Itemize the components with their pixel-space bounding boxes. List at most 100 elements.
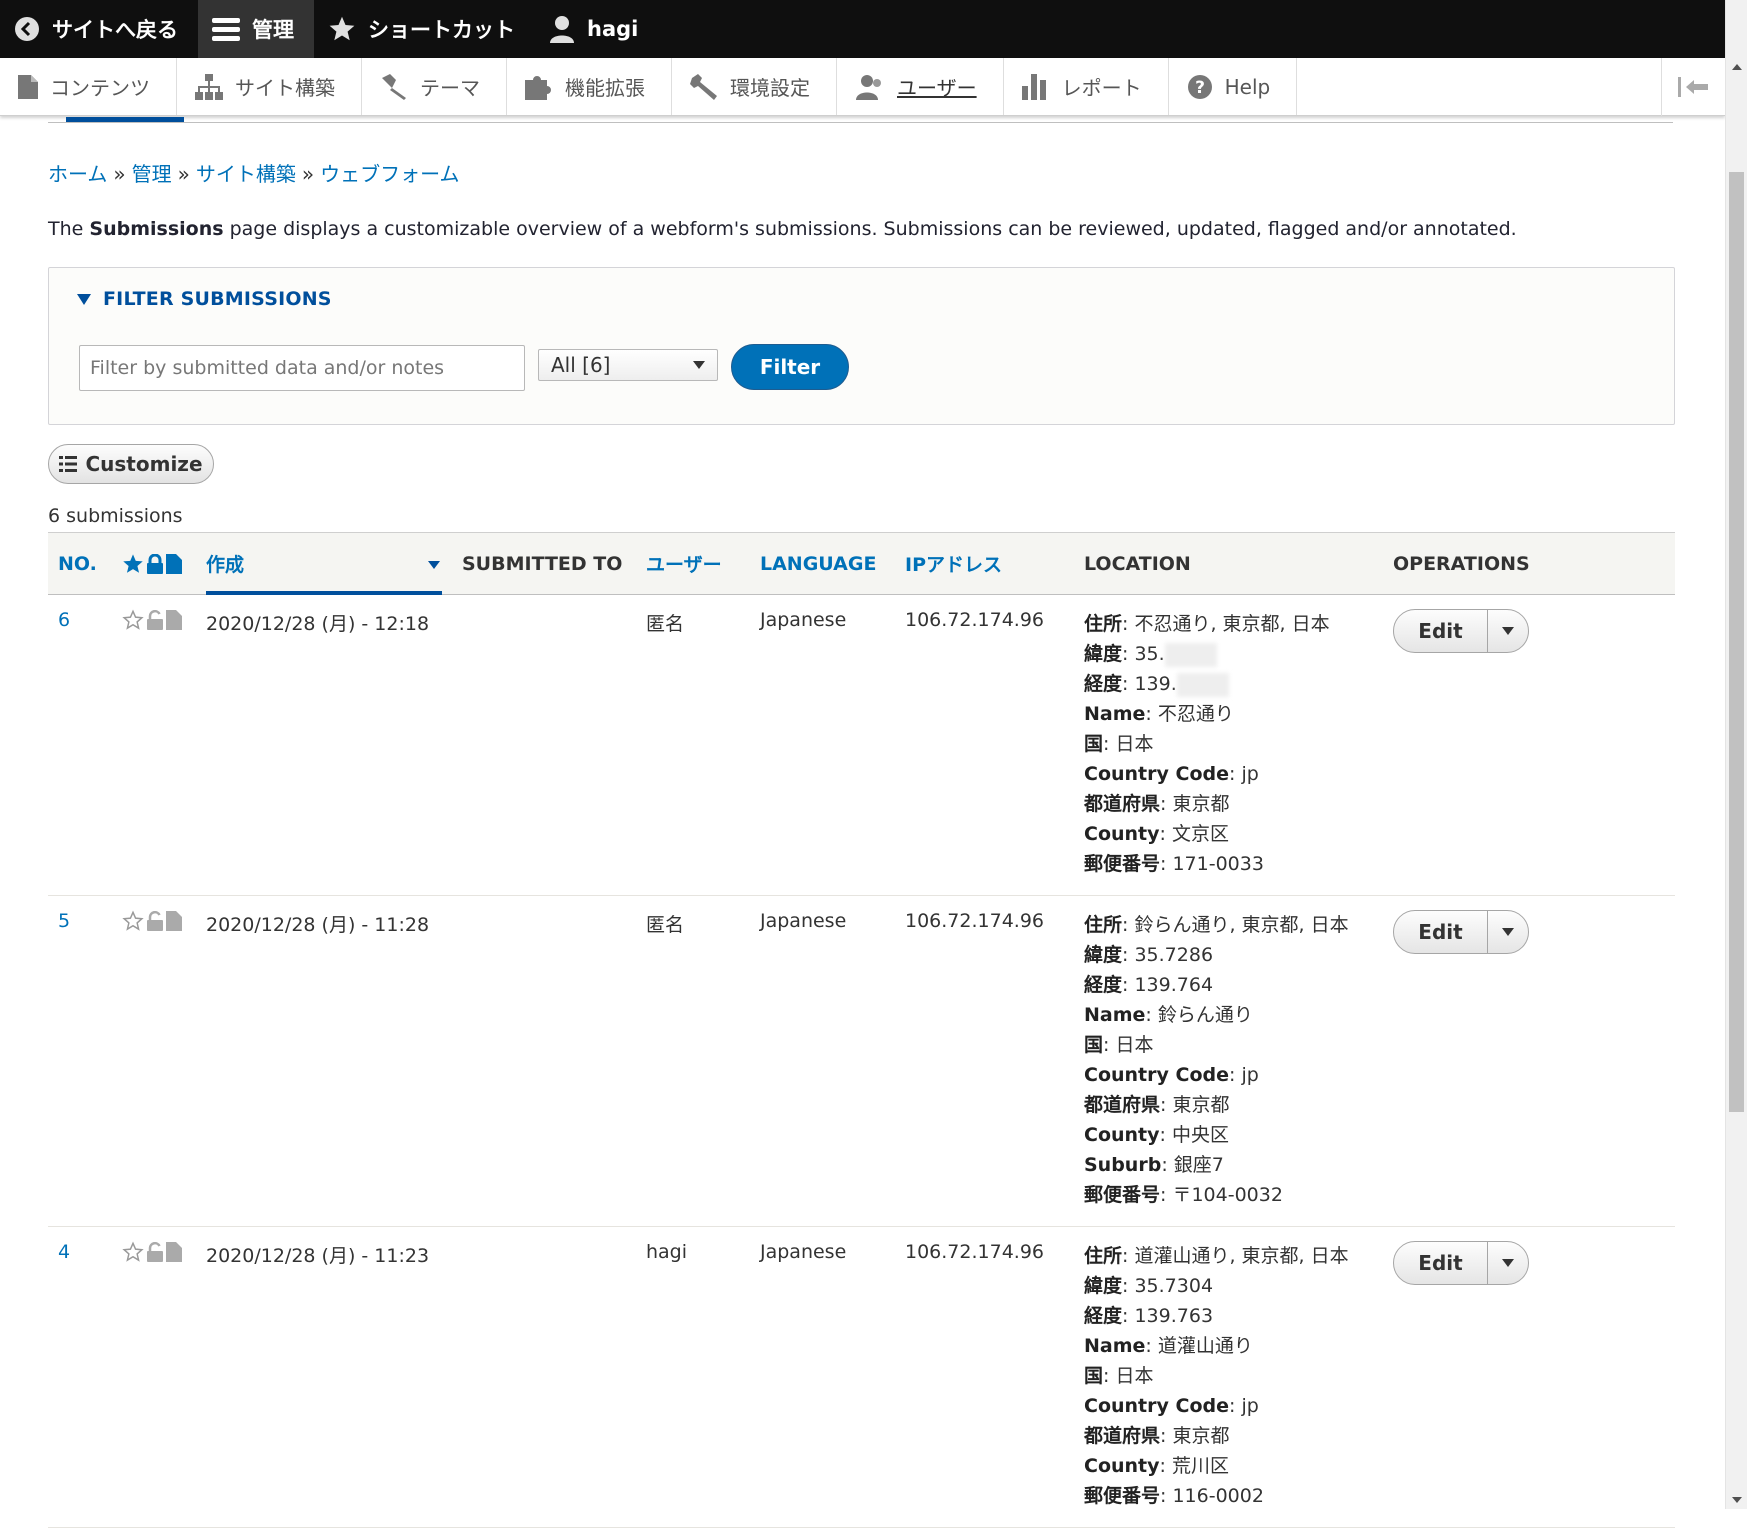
filter-state-select[interactable]: All [6]	[538, 349, 718, 381]
cell-user: 匿名	[636, 594, 750, 896]
location-key: 国	[1084, 733, 1104, 755]
location-value: : 日本	[1103, 733, 1154, 755]
cell-ip: 106.72.174.96	[895, 895, 1074, 1227]
tray-item-structure[interactable]: サイト構築	[177, 58, 362, 115]
location-value: : 日本	[1103, 1365, 1154, 1387]
location-value: : jp	[1229, 1064, 1259, 1086]
location-line: 都道府県: 東京都	[1084, 1090, 1373, 1120]
list-icon	[59, 456, 78, 472]
column-language[interactable]: LANGUAGE	[750, 532, 895, 595]
location-key: Name	[1084, 703, 1146, 725]
tray-item-label: ユーザー	[897, 76, 977, 100]
submission-link[interactable]: 5	[58, 910, 70, 932]
column-created[interactable]: 作成	[196, 532, 452, 595]
back-to-site-link[interactable]: サイトへ戻る	[0, 0, 198, 58]
cell-no: 5	[48, 895, 112, 1227]
column-no[interactable]: NO.	[48, 532, 112, 595]
scroll-thumb[interactable]	[1729, 172, 1744, 1112]
note-icon[interactable]	[166, 1242, 182, 1262]
operations-toggle[interactable]	[1488, 911, 1528, 953]
help-icon: ?	[1187, 74, 1212, 99]
tray-orientation-toggle[interactable]	[1661, 58, 1725, 116]
scroll-down-arrow[interactable]	[1726, 1491, 1747, 1509]
tray-item-config[interactable]: 環境設定	[672, 58, 837, 115]
filter-select-value: All [6]	[551, 353, 611, 377]
operations-toggle[interactable]	[1488, 610, 1528, 652]
note-icon	[166, 553, 182, 574]
description-suffix: page displays a customizable overview of…	[223, 218, 1517, 240]
unlock-icon[interactable]	[147, 1242, 163, 1262]
filter-fieldset: FILTER SUBMISSIONS All [6] Filter	[48, 267, 1675, 425]
column-user[interactable]: ユーザー	[636, 532, 750, 595]
location-line: 郵便番号: 171-0033	[1084, 849, 1373, 879]
edit-button[interactable]: Edit	[1394, 610, 1488, 652]
column-operations: OPERATIONS	[1383, 532, 1675, 595]
column-ip[interactable]: IPアドレス	[895, 532, 1074, 595]
puzzle-icon	[525, 75, 551, 100]
edit-button[interactable]: Edit	[1394, 911, 1488, 953]
operations-toggle[interactable]	[1488, 1242, 1528, 1284]
manage-label: 管理	[252, 18, 294, 42]
submission-link[interactable]: 4	[58, 1241, 70, 1263]
filter-summary-toggle[interactable]: FILTER SUBMISSIONS	[77, 288, 332, 310]
submission-link[interactable]: 6	[58, 609, 70, 631]
description-bold: Submissions	[89, 218, 224, 240]
location-line: 国: 日本	[1084, 729, 1373, 759]
location-key: 郵便番号	[1084, 1485, 1161, 1507]
location-value: : 日本	[1103, 1034, 1154, 1056]
breadcrumb-home[interactable]: ホーム	[48, 162, 107, 186]
tray-item-extend[interactable]: 機能拡張	[507, 58, 672, 115]
filter-summary-label: FILTER SUBMISSIONS	[103, 288, 332, 310]
bar-chart-icon	[1021, 73, 1046, 100]
collapse-tray-icon	[1677, 77, 1708, 97]
page-scrollbar[interactable]	[1725, 0, 1747, 1509]
star-icon	[329, 16, 355, 41]
shortcuts-tab[interactable]: ショートカット	[314, 0, 535, 58]
breadcrumb-admin[interactable]: 管理	[132, 162, 172, 186]
submissions-table: NO. 作成 SUBMITTED TO ユーザー LANGUAGE IPアドレス…	[48, 532, 1675, 1528]
note-icon[interactable]	[166, 610, 182, 630]
location-value: : 171-0033	[1160, 853, 1264, 875]
star-outline-icon[interactable]	[122, 1241, 144, 1263]
redacted-value	[1164, 642, 1217, 667]
page-description: The Submissions page displays a customiz…	[48, 218, 1517, 240]
scroll-up-arrow[interactable]	[1726, 58, 1747, 76]
tray-item-people[interactable]: ユーザー	[837, 58, 1004, 115]
column-submitted-to: SUBMITTED TO	[452, 532, 636, 595]
location-line: 緯度: 35.7286	[1084, 940, 1373, 970]
filter-button[interactable]: Filter	[731, 344, 849, 390]
user-tab[interactable]: hagi	[535, 0, 658, 58]
location-key: County	[1084, 1455, 1160, 1477]
cell-created: 2020/12/28 (月) - 11:23	[196, 1226, 452, 1528]
customize-button[interactable]: Customize	[48, 444, 214, 484]
breadcrumb-separator: »	[177, 162, 190, 186]
manage-tab[interactable]: 管理	[198, 0, 314, 58]
tray-item-content[interactable]: コンテンツ	[0, 58, 177, 115]
star-outline-icon[interactable]	[122, 910, 144, 932]
back-arrow-icon	[15, 17, 39, 41]
cell-operations: Edit	[1383, 594, 1675, 896]
star-outline-icon[interactable]	[122, 609, 144, 631]
unlock-icon[interactable]	[147, 610, 163, 630]
edit-button[interactable]: Edit	[1394, 1242, 1488, 1284]
tray-item-reports[interactable]: レポート	[1004, 58, 1169, 115]
location-line: Name: 不忍通り	[1084, 699, 1373, 729]
shortcuts-label: ショートカット	[368, 18, 515, 42]
filter-search-input[interactable]	[79, 345, 525, 391]
location-line: Name: 鈴らん通り	[1084, 1000, 1373, 1030]
note-icon[interactable]	[166, 911, 182, 931]
breadcrumb-webforms[interactable]: ウェブフォーム	[320, 162, 459, 186]
unlock-icon[interactable]	[147, 911, 163, 931]
triangle-down-icon	[77, 293, 91, 305]
location-value: : 東京都	[1160, 1425, 1230, 1447]
location-line: 都道府県: 東京都	[1084, 1421, 1373, 1451]
tray-item-label: コンテンツ	[50, 76, 150, 100]
location-line: 郵便番号: 〒104-0032	[1084, 1180, 1373, 1210]
tray-item-appearance[interactable]: テーマ	[362, 58, 507, 115]
location-line: Name: 道灌山通り	[1084, 1331, 1373, 1361]
breadcrumb-structure[interactable]: サイト構築	[196, 162, 296, 186]
location-value: : 鈴らん通り	[1145, 1004, 1253, 1026]
location-value: : 銀座7	[1161, 1154, 1224, 1176]
admin-tray: コンテンツ サイト構築 テーマ 機能拡張 環境設定 ユーザー レポート ? He…	[0, 58, 1725, 116]
tray-item-help[interactable]: ? Help	[1169, 58, 1298, 115]
